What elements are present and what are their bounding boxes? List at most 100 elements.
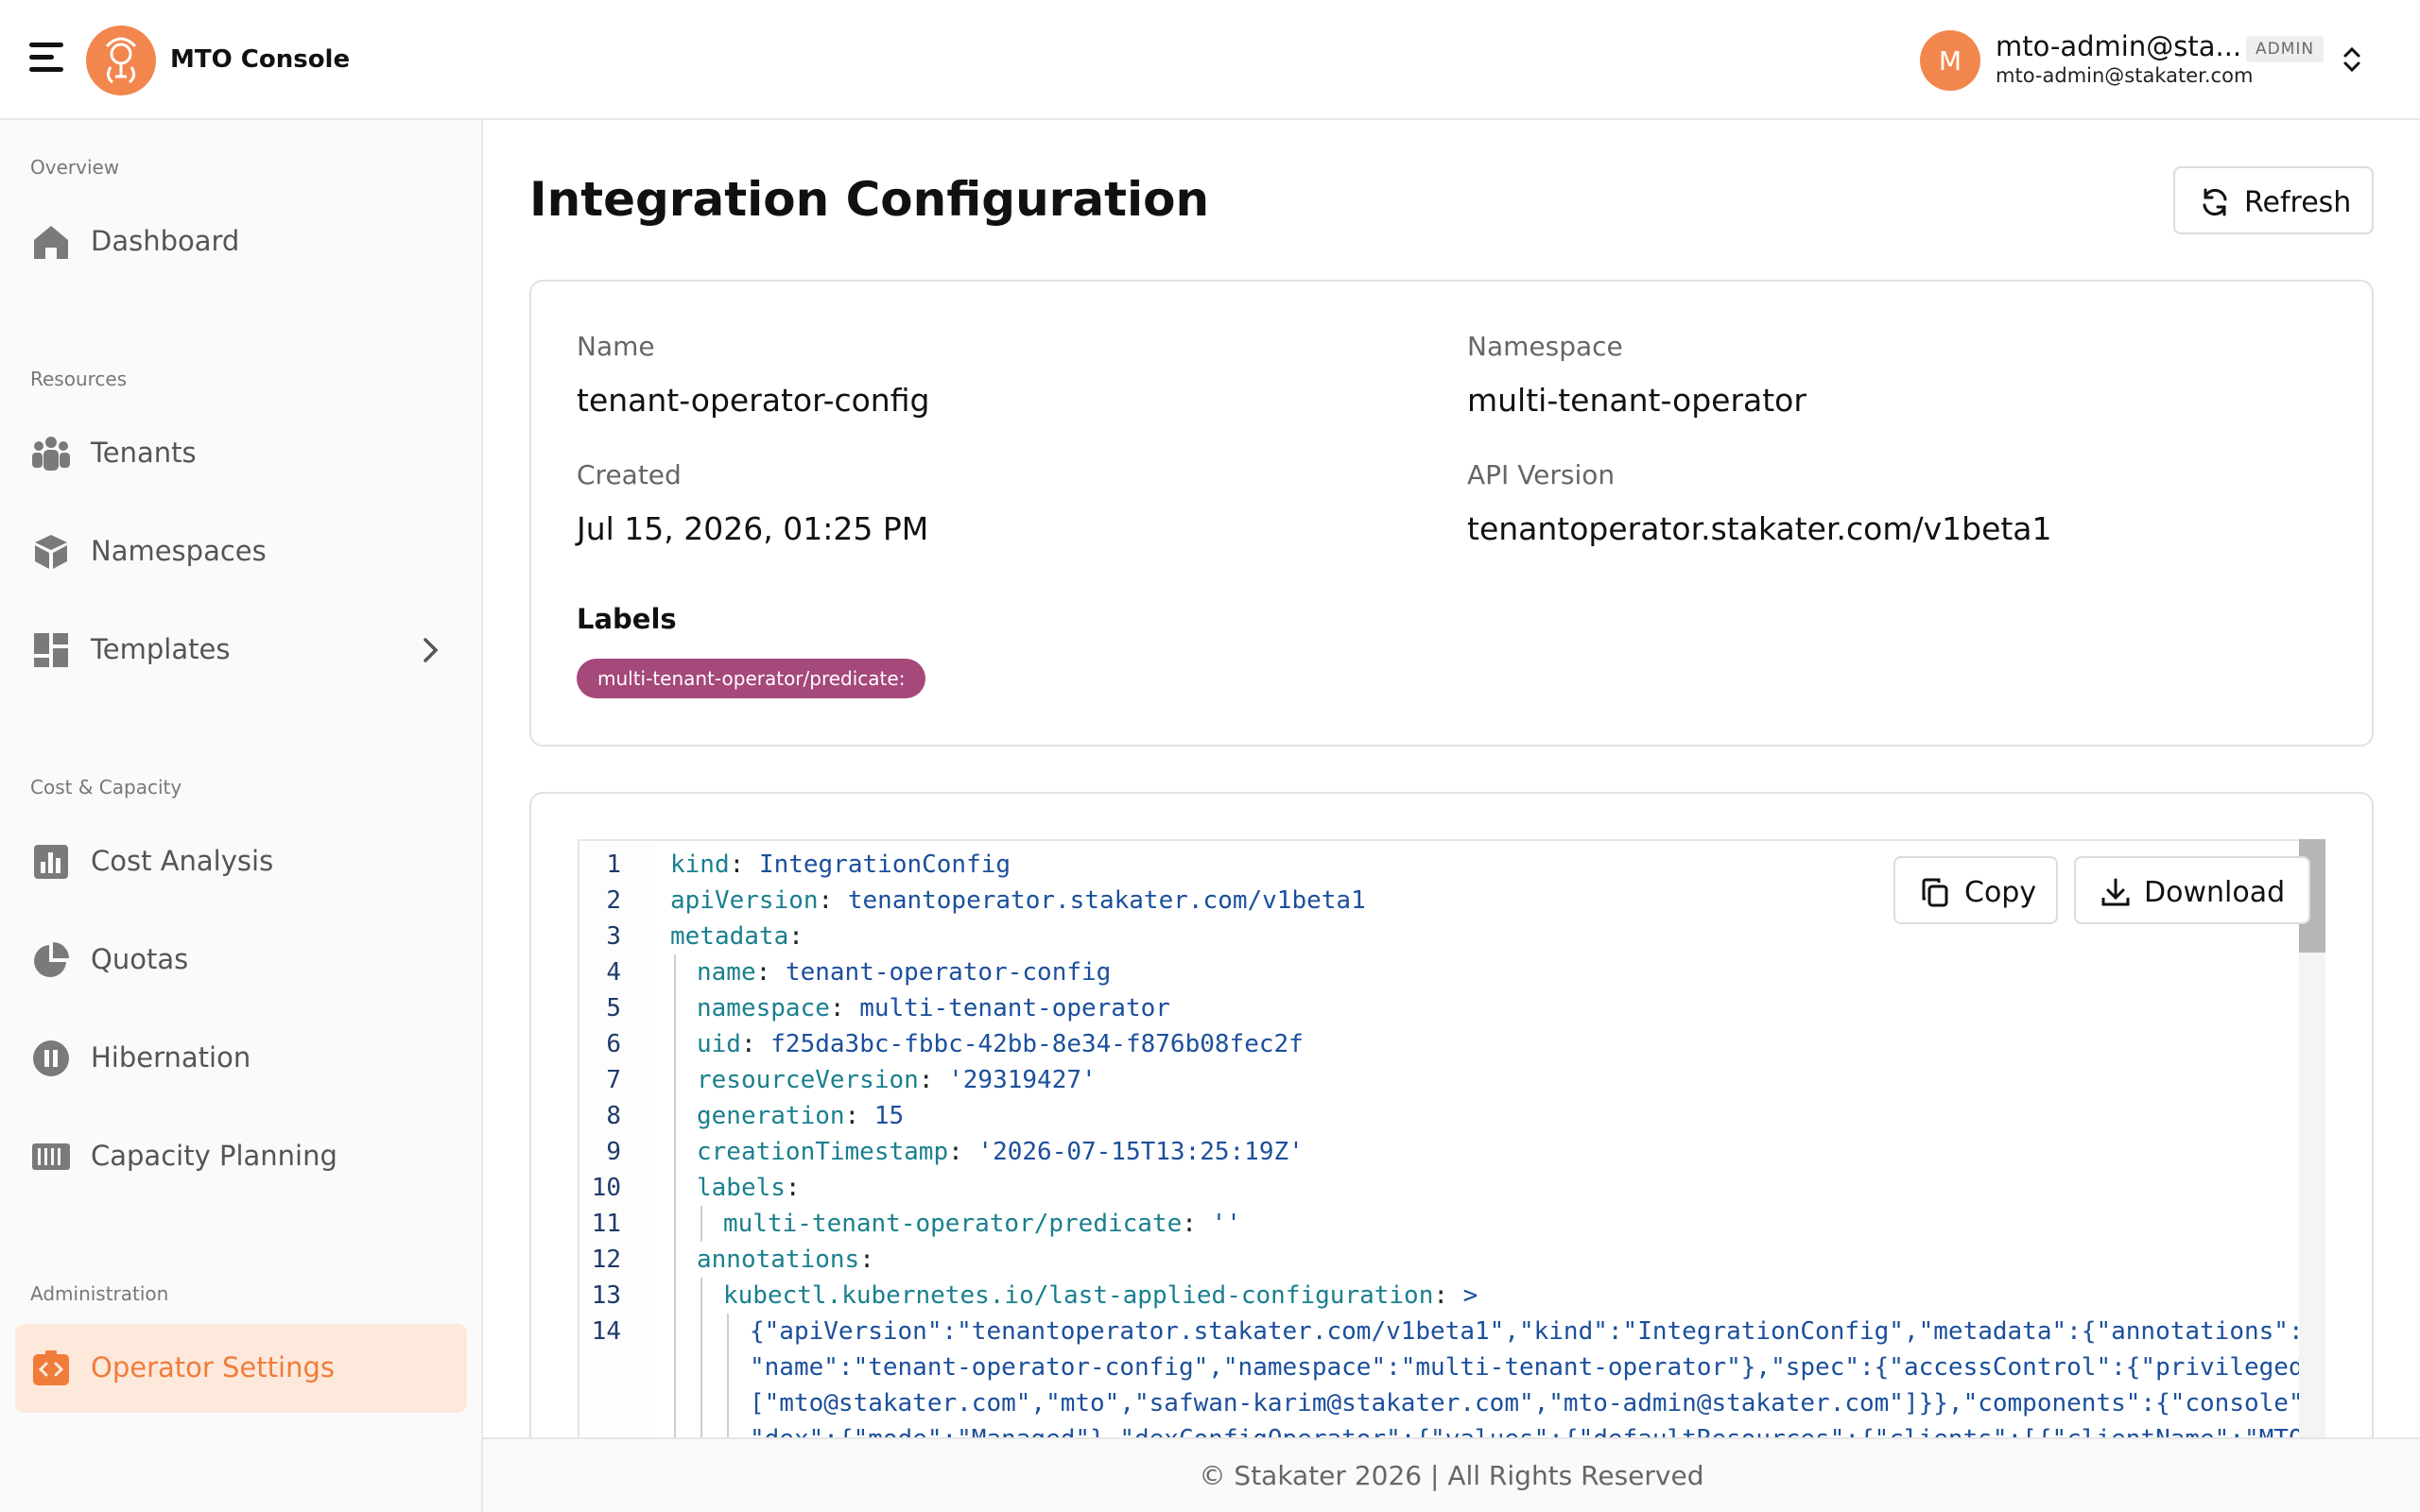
bar-chart-icon [32,843,70,881]
indent-guide [674,1314,676,1349]
code-line: 6 uid: f25da3bc-fbbc-42bb-8e34-f876b08fec… [579,1026,2300,1062]
yaml-value: "name":"tenant-operator-config","namespa… [750,1353,2325,1382]
user-email: mto-admin@stakater.com [1996,64,2254,87]
yaml-key: namespace [697,994,830,1022]
yaml-value: tenantoperator.stakater.com/v1beta1 [847,886,1366,915]
user-name[interactable]: mto-admin@sta... [1996,30,2241,62]
indent-guide [674,1026,676,1062]
label-chip: multi-tenant-operator/predicate: [577,659,926,698]
chevron-up-down-icon[interactable] [2341,43,2363,76]
user-avatar[interactable]: M [1920,30,1980,91]
yaml-value: '2026-07-15T13:25:19Z' [977,1138,1304,1166]
users-icon [32,435,70,472]
details-card: Name tenant-operator-config Namespace mu… [529,280,2374,747]
created-label: Created [577,459,682,490]
code-line: ["mto@stakater.com","mto","safwan-karim@… [579,1385,2325,1421]
line-number: 14 [591,1317,621,1346]
refresh-button[interactable]: Refresh [2173,166,2374,234]
api-version-label: API Version [1467,459,1616,490]
line-number: 2 [606,886,621,915]
copy-icon [1920,877,1950,907]
line-number: 10 [591,1174,621,1202]
mto-logo-icon [86,26,156,95]
yaml-key: kind [670,850,730,879]
indent-guide [674,954,676,990]
sidebar-item-label: Capacity Planning [91,1140,337,1172]
sidebar-item-cost-analysis[interactable]: Cost Analysis [15,817,467,906]
sidebar-item-templates[interactable]: Templates [15,606,467,695]
yaml-key: annotations [697,1246,860,1274]
copy-button[interactable]: Copy [1893,856,2058,924]
yaml-editor[interactable]: 1 kind: IntegrationConfig 2 apiVersion: ten… [578,839,2325,1512]
created-value: Jul 15, 2026, 01:25 PM [577,510,929,547]
indent-guide [674,990,676,1026]
code-settings-icon [32,1349,70,1387]
storage-icon [32,1138,70,1176]
pie-chart-icon [32,941,70,979]
code-line: 14 {"apiVersion":"tenantoperator.stakater… [579,1314,2325,1349]
code-line: 8 generation: 15 [579,1098,2300,1134]
yaml-value: {"apiVersion":"tenantoperator.stakater.c… [750,1317,2325,1346]
yaml-value: ["mto@stakater.com","mto","safwan-karim@… [750,1389,2325,1418]
sidebar-item-namespaces[interactable]: Namespaces [15,507,467,596]
editor-scrollbar[interactable] [2299,839,2325,1512]
indent-guide [700,1385,702,1421]
sidebar: Overview Dashboard Resources Tenants Nam… [0,120,483,1512]
indent-guide [674,1062,676,1098]
yaml-value: '29319427' [948,1066,1097,1094]
yaml-value: '' [1211,1210,1241,1238]
sidebar-item-operator-settings[interactable]: Operator Settings [15,1324,467,1413]
code-line: 11 multi-tenant-operator/predicate: '' [579,1206,2300,1242]
sidebar-item-label: Tenants [91,437,197,469]
sidebar-item-label: Namespaces [91,535,267,567]
line-number: 1 [606,850,621,879]
chevron-right-icon[interactable] [414,634,446,666]
code-line: 12 annotations: [579,1242,2300,1278]
section-resources: Resources [30,368,128,390]
sidebar-item-capacity-planning[interactable]: Capacity Planning [15,1112,467,1201]
pause-circle-icon [32,1040,70,1077]
indent-guide [674,1349,676,1385]
indent-guide [700,1349,702,1385]
sidebar-item-label: Operator Settings [91,1351,335,1383]
code-line: "name":"tenant-operator-config","namespa… [579,1349,2325,1385]
sidebar-item-hibernation[interactable]: Hibernation [15,1014,467,1103]
cube-icon [32,533,70,571]
indent-guide [700,1278,702,1314]
download-button[interactable]: Download [2074,856,2310,924]
sidebar-item-label: Quotas [91,943,189,975]
yaml-key: resourceVersion [697,1066,919,1094]
menu-icon[interactable] [29,43,63,75]
namespace-value: multi-tenant-operator [1467,382,1806,419]
line-number: 4 [606,958,621,987]
sidebar-item-quotas[interactable]: Quotas [15,916,467,1005]
yaml-value: 15 [873,1102,905,1130]
home-icon [32,223,70,261]
indent-guide [674,1098,676,1134]
section-administration: Administration [30,1282,169,1305]
indent-guide [674,1385,676,1421]
sidebar-item-label: Cost Analysis [91,845,274,877]
sidebar-item-dashboard[interactable]: Dashboard [15,198,467,286]
indent-guide [727,1314,729,1349]
line-number: 5 [606,994,621,1022]
indent-guide [727,1349,729,1385]
top-bar: MTO Console M mto-admin@sta... ADMIN mto… [0,0,2420,120]
yaml-key: uid [697,1030,741,1058]
code-line: 4 name: tenant-operator-config [579,954,2300,990]
section-cost-capacity: Cost & Capacity [30,776,182,799]
yaml-key: multi-tenant-operator/predicate [723,1210,1183,1238]
indent-guide [674,1134,676,1170]
line-number: 9 [606,1138,621,1166]
page-title: Integration Configuration [529,172,1210,227]
code-line: 9 creationTimestamp: '2026-07-15T13:25:19… [579,1134,2300,1170]
sidebar-item-tenants[interactable]: Tenants [15,409,467,498]
refresh-label: Refresh [2244,186,2352,219]
code-line: 10 labels: [579,1170,2300,1206]
code-line: 13 kubectl.kubernetes.io/last-applied-con… [579,1278,2300,1314]
yaml-key: metadata [670,922,789,951]
sidebar-item-label: Templates [91,633,231,665]
yaml-key: generation [697,1102,845,1130]
line-number: 11 [591,1210,621,1238]
yaml-value: IntegrationConfig [758,850,1011,879]
